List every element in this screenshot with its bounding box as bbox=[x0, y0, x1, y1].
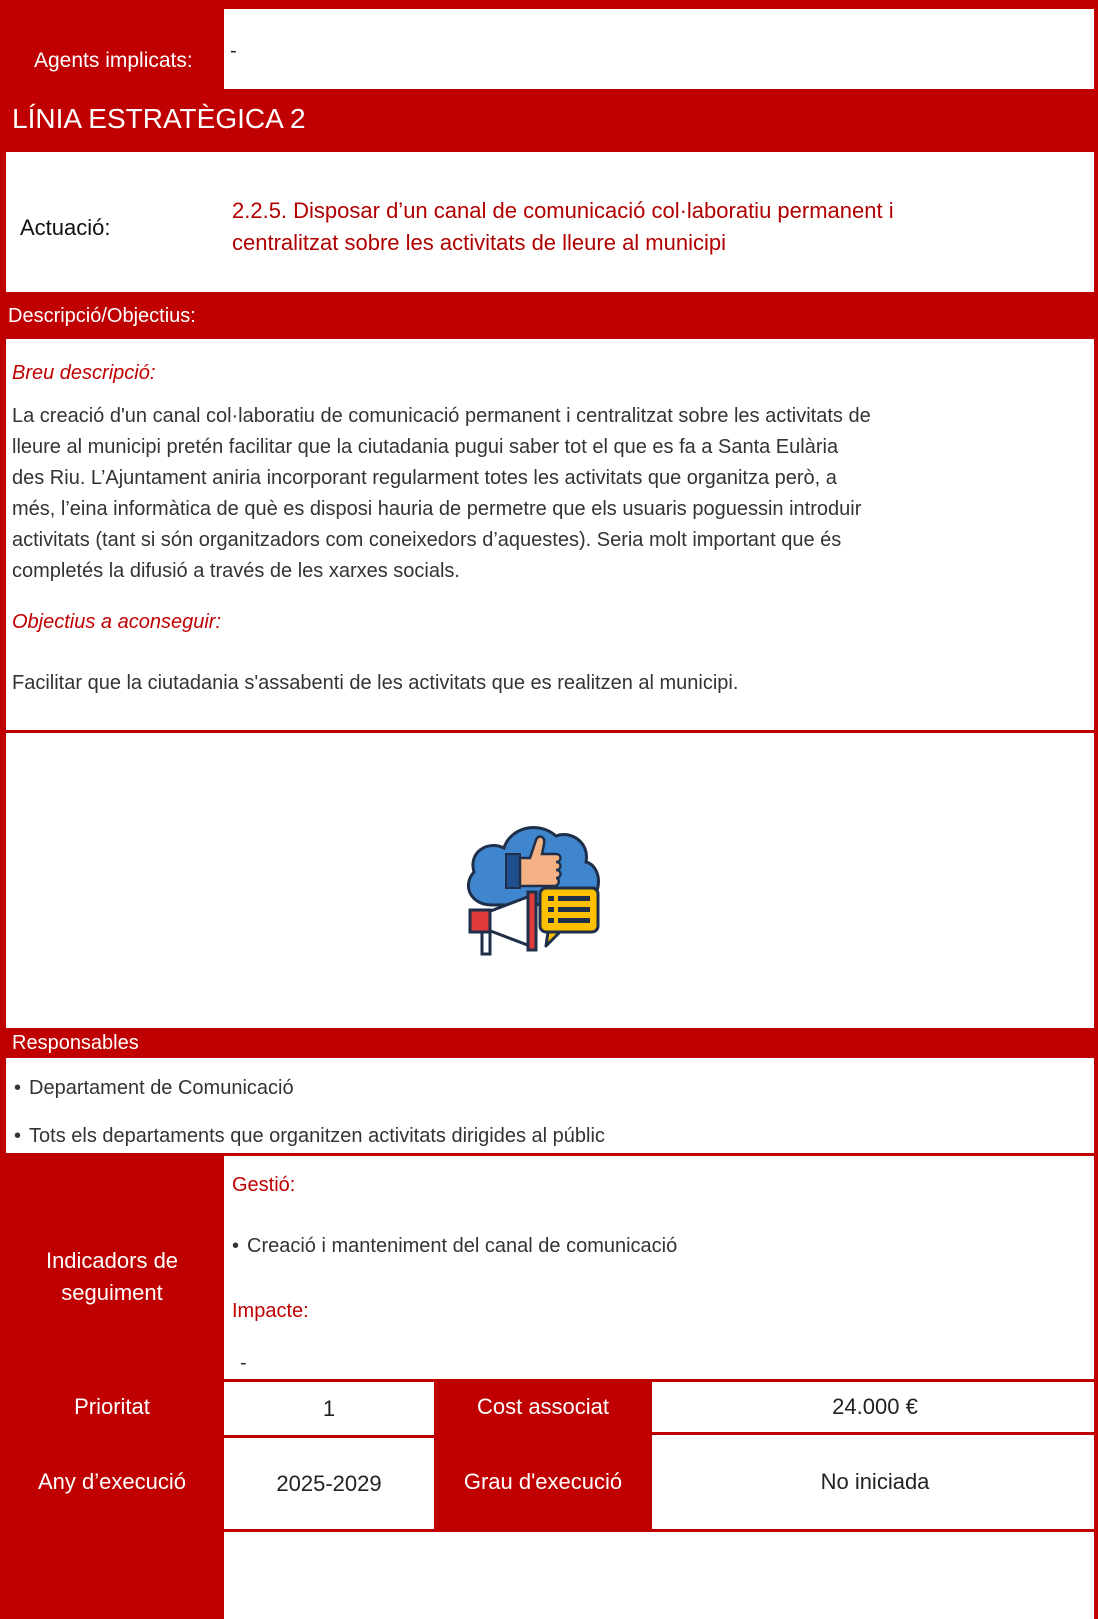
breu-line: lleure al municipi pretén facilitar que … bbox=[12, 436, 839, 458]
any-value: 2025-2029 bbox=[224, 1435, 434, 1529]
table-bottom-line bbox=[224, 1529, 1098, 1532]
objectius-label: Objectius a aconseguir: bbox=[12, 611, 222, 633]
descripcio-header-label: Descripció/Objectius: bbox=[8, 305, 196, 327]
indicadors-label-cell: Indicadors de seguiment bbox=[0, 1153, 224, 1379]
indicadors-label: Indicadors de seguiment bbox=[45, 1248, 179, 1305]
top-border bbox=[0, 0, 1098, 9]
linia-header: LÍNIA ESTRATÈGICA 2 bbox=[0, 89, 1098, 152]
breu-line: activitats (tant si són organitzadors co… bbox=[12, 529, 842, 551]
breu-line: des Riu. L’Ajuntament aniria incorporant… bbox=[12, 467, 837, 489]
cost-label: Cost associat bbox=[434, 1379, 652, 1435]
gestio-item: Creació i manteniment del canal de comun… bbox=[232, 1231, 677, 1262]
responsable-item: Departament de Comunicació bbox=[14, 1073, 294, 1104]
agents-label-cell: Agents implicats: bbox=[0, 9, 224, 89]
responsables-header-label: Responsables bbox=[12, 1032, 139, 1054]
responsables-header: Responsables bbox=[0, 1028, 1098, 1058]
breu-line: La creació d'un canal col·laboratiu de c… bbox=[12, 405, 871, 427]
agents-label: Agents implicats: bbox=[34, 49, 193, 72]
left-border-descripcio bbox=[0, 339, 6, 732]
breu-line: més, l’eina informàtica de què es dispos… bbox=[12, 498, 862, 520]
breu-text: La creació d'un canal col·laboratiu de c… bbox=[12, 401, 1092, 587]
impacte-label: Impacte: bbox=[232, 1300, 309, 1322]
breu-line: completés la difusió a través de les xar… bbox=[12, 560, 460, 582]
breu-label: Breu descripció: bbox=[12, 362, 156, 384]
actuacio-line-2: centralitzat sobre les activitats de lle… bbox=[232, 230, 727, 255]
empty-label-cell bbox=[0, 1529, 224, 1619]
indicadors-top-line bbox=[224, 1153, 1098, 1156]
agents-value: - bbox=[230, 40, 237, 62]
social-media-communication-icon bbox=[452, 800, 612, 960]
grau-label: Grau d'execució bbox=[434, 1435, 652, 1529]
actuacio-label: Actuació: bbox=[20, 215, 111, 240]
grau-value: No iniciada bbox=[820, 1469, 930, 1494]
objectius-divider bbox=[0, 730, 1098, 733]
objectius-text: Facilitar que la ciutadania s'assabenti … bbox=[12, 672, 739, 694]
prioritat-value: 1 bbox=[224, 1379, 434, 1435]
prioritat-label: Prioritat bbox=[0, 1379, 224, 1435]
left-border-image bbox=[0, 733, 6, 1028]
actuacio-title: 2.2.5. Disposar d’un canal de comunicaci… bbox=[232, 195, 894, 259]
actuacio-line-1: 2.2.5. Disposar d’un canal de comunicaci… bbox=[232, 198, 894, 223]
left-border-actuacio bbox=[0, 152, 6, 292]
right-border bbox=[1094, 9, 1098, 1619]
gestio-label: Gestió: bbox=[232, 1174, 296, 1196]
responsable-item: Tots els departaments que organitzen act… bbox=[14, 1121, 605, 1152]
linia-title: LÍNIA ESTRATÈGICA 2 bbox=[12, 103, 306, 134]
descripcio-header: Descripció/Objectius: bbox=[0, 292, 1098, 339]
impacte-value: - bbox=[240, 1352, 247, 1374]
any-label: Any d’execució bbox=[0, 1435, 224, 1529]
cost-value: 24.000 € bbox=[652, 1379, 1098, 1435]
left-border-responsables bbox=[0, 1058, 6, 1154]
